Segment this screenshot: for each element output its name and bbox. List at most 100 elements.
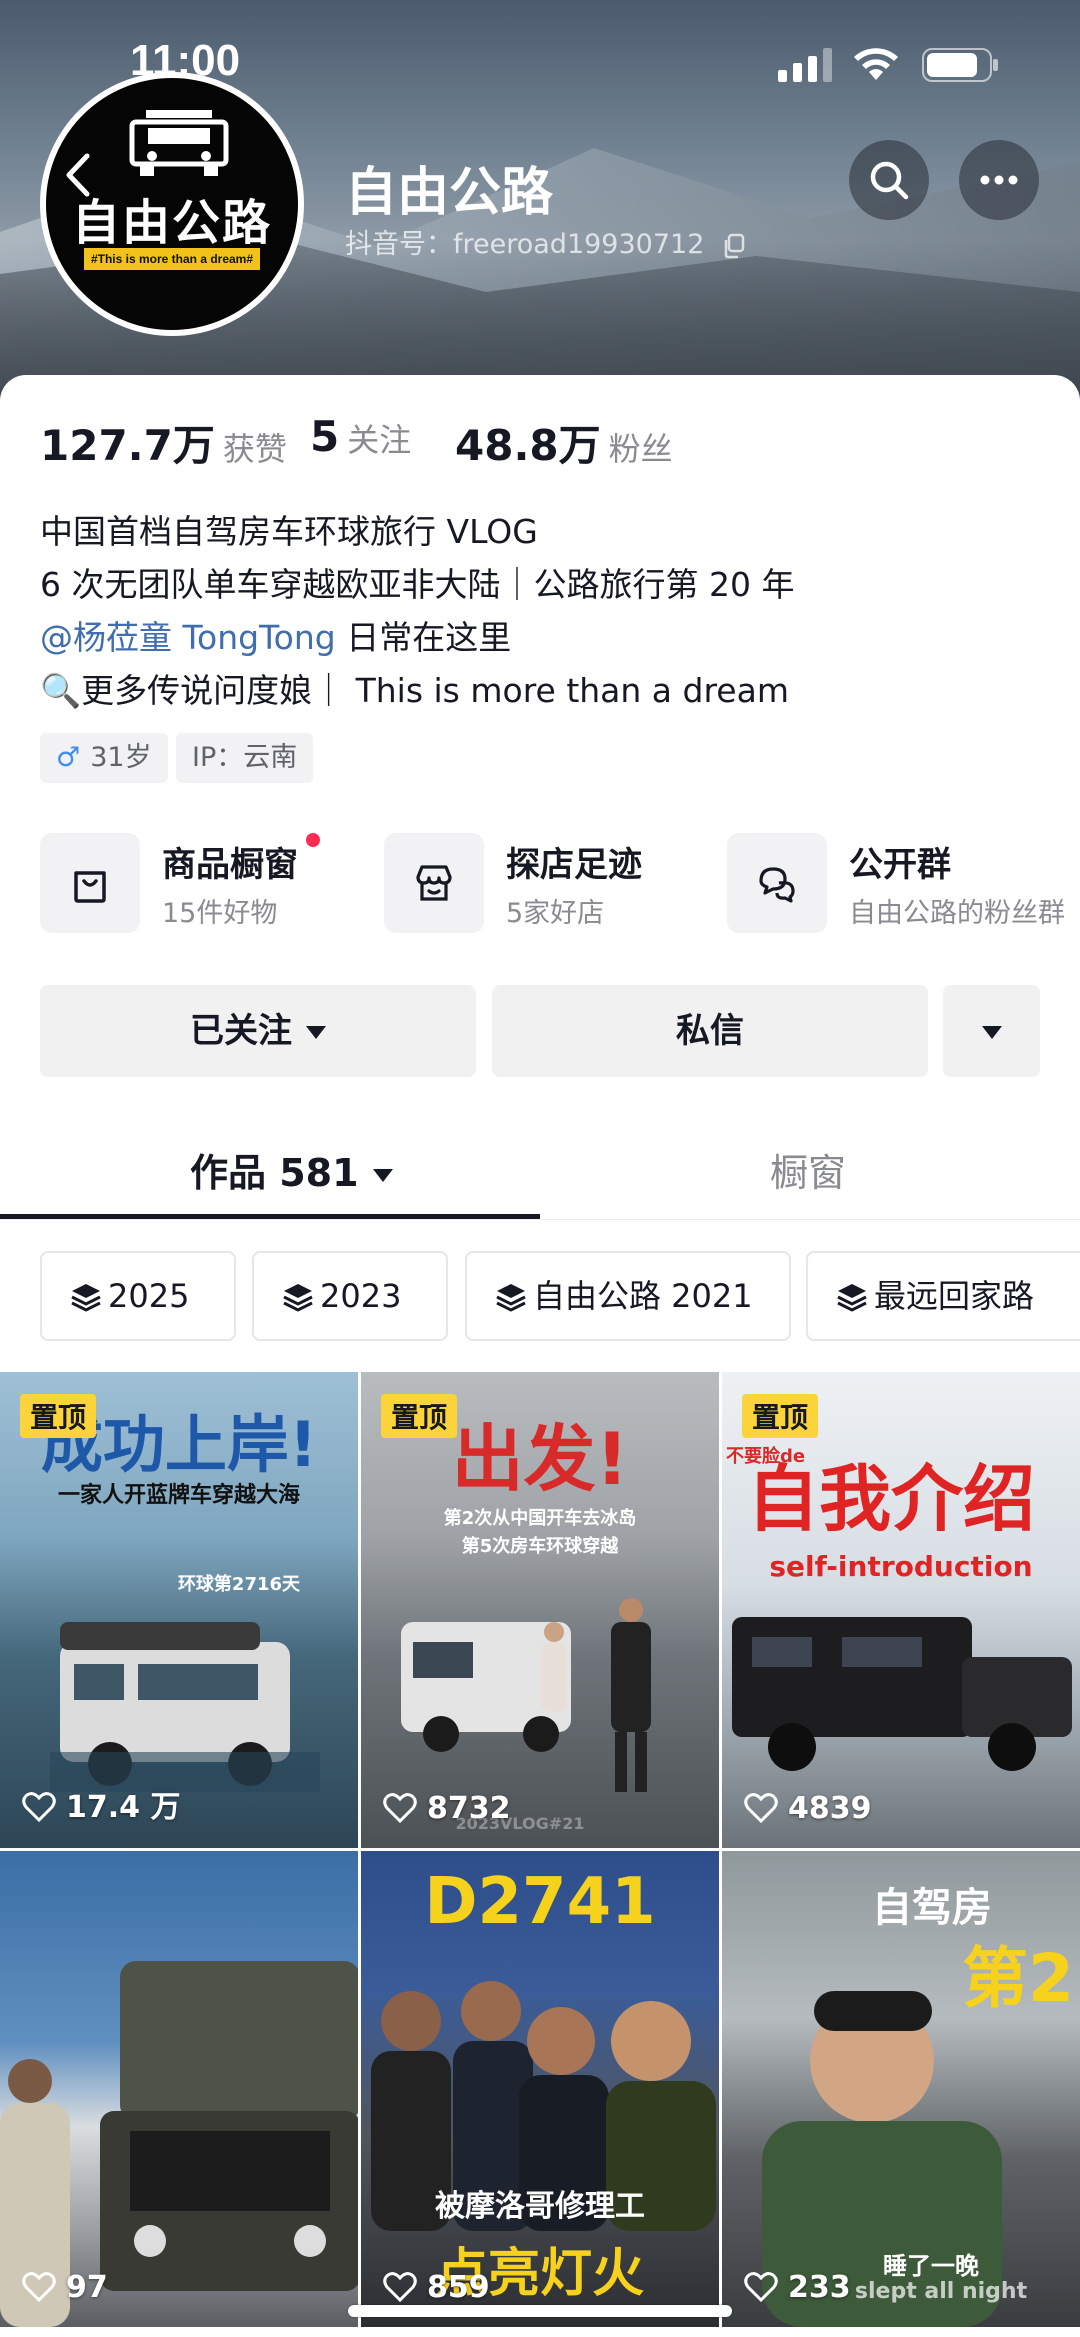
bio-line-4: 🔍更多传说问度娘｜ This is more than a dream <box>40 671 789 710</box>
video-thumbnail[interactable]: 出发! 第2次从中国开车去冰岛 第5次房车环球穿越 2023VLOG#21 置顶… <box>361 1372 719 1848</box>
stat-likes[interactable]: 127.7万 获赞 <box>40 412 287 473</box>
stat-following-num: 5 <box>310 412 340 461</box>
search-icon <box>870 161 909 200</box>
chevron-down-icon <box>372 1169 393 1182</box>
chevron-down-icon <box>981 1026 1002 1039</box>
age-tag: ♂ 31岁 <box>40 733 168 783</box>
video-headline: 自我介绍 <box>746 1457 1035 1541</box>
video-likes: 4839 <box>744 1791 872 1826</box>
age-text: 31岁 <box>90 742 152 773</box>
home-indicator[interactable] <box>348 2305 732 2317</box>
stat-followers[interactable]: 48.8万 粉丝 <box>455 412 673 473</box>
layers-icon <box>837 1284 867 1312</box>
tab-showcase[interactable]: 橱窗 <box>770 1142 846 1197</box>
chip-label: 2023 <box>320 1277 402 1315</box>
chip-label: 自由公路 2021 <box>533 1277 753 1315</box>
video-headline: D2741 <box>424 1865 656 1939</box>
video-thumbnail[interactable]: 97 <box>0 1851 358 2327</box>
stat-followers-label: 粉丝 <box>608 430 673 468</box>
follow-button-label: 已关注 <box>190 1011 292 1051</box>
video-likes-count: 859 <box>427 2270 490 2305</box>
video-grid: 成功上岸! 一家人开蓝牌车穿越大海 环球第2716天 置顶 17.4 万 出发!… <box>0 1372 1080 2337</box>
service-shop-title: 商品橱窗 <box>162 845 298 885</box>
layers-icon <box>283 1284 313 1312</box>
service-group-title: 公开群 <box>849 845 951 885</box>
video-thumbnail[interactable]: 不要脸de 自我介绍 self-introduction 置顶 4839 <box>722 1372 1080 1848</box>
video-likes-count: 4839 <box>788 1791 872 1826</box>
pinned-badge: 置顶 <box>20 1394 97 1438</box>
rv-logo-icon <box>129 110 229 176</box>
follow-button[interactable]: 已关注 <box>40 985 476 1077</box>
collection-chip-2025[interactable]: 2025 <box>40 1251 236 1341</box>
stat-following-label: 关注 <box>347 421 412 459</box>
stat-likes-label: 获赞 <box>222 430 287 468</box>
bio-line-1: 中国首档自驾房车环球旅行 VLOG <box>40 512 538 551</box>
camper-truck-image <box>732 1617 1072 1771</box>
video-likes-count: 8732 <box>427 1791 511 1826</box>
video-subtitle: 第2次从中国开车去冰岛 <box>443 1508 637 1529</box>
video-likes: 17.4 万 <box>22 1782 180 1826</box>
rv-family-image <box>401 1598 651 1792</box>
video-likes-count: 233 <box>788 2270 851 2305</box>
back-arrow-icon[interactable] <box>55 150 105 200</box>
video-subtitle: 一家人开蓝牌车穿越大海 <box>57 1483 300 1508</box>
video-subtitle: 被摩洛哥修理工 <box>435 2189 645 2224</box>
service-store-sub: 5家好店 <box>506 898 605 929</box>
stat-likes-num: 127.7万 <box>40 421 215 470</box>
video-thumbnail[interactable]: 自驾房 第2 睡了一晚 slept all night 233 <box>722 1851 1080 2327</box>
tab-works-label: 作品 581 <box>190 1151 359 1195</box>
heart-icon <box>22 2272 56 2303</box>
service-shop-icon-box <box>40 833 140 933</box>
content-tabs: 作品 581 橱窗 <box>0 1120 1080 1220</box>
video-thumbnail[interactable]: 成功上岸! 一家人开蓝牌车穿越大海 环球第2716天 置顶 17.4 万 <box>0 1372 358 1848</box>
chat-icon <box>759 867 795 903</box>
heart-icon <box>22 1792 56 1823</box>
search-button[interactable] <box>849 140 929 220</box>
pinned-badge: 置顶 <box>381 1394 458 1438</box>
chip-label: 2025 <box>108 1277 190 1315</box>
message-button[interactable]: 私信 <box>492 985 928 1077</box>
bio-line-3-text: 日常在这里 <box>335 618 512 657</box>
heart-icon <box>383 2272 417 2303</box>
video-likes: 233 <box>744 2270 851 2305</box>
tab-works[interactable]: 作品 581 <box>190 1142 393 1197</box>
layers-icon <box>71 1284 101 1312</box>
heart-icon <box>744 1793 778 1824</box>
male-icon: ♂ <box>56 742 81 773</box>
video-likes: 859 <box>383 2270 490 2305</box>
more-dots-icon <box>980 175 1018 185</box>
service-group-sub: 自由公路的粉丝群 <box>849 898 1065 929</box>
video-note: 环球第2716天 <box>177 1574 301 1595</box>
video-subtitle-2: 第5次房车环球穿越 <box>461 1536 619 1557</box>
collection-chip-farthest-road-home[interactable]: 最远回家路 <box>806 1251 1080 1341</box>
heart-icon <box>744 2272 778 2303</box>
layers-icon <box>496 1284 526 1312</box>
ip-tag: IP：云南 <box>176 733 314 783</box>
recommend-dropdown-button[interactable] <box>943 985 1040 1077</box>
video-likes: 97 <box>22 2270 108 2305</box>
video-likes-count: 17.4 万 <box>66 1790 181 1825</box>
video-thumbnail[interactable]: D2741 被摩洛哥修理工 点亮灯火 859 <box>361 1851 719 2327</box>
collection-chip-freeroad-2021[interactable]: 自由公路 2021 <box>465 1251 791 1341</box>
service-shop-sub: 15件好物 <box>162 898 278 929</box>
collection-chip-2023[interactable]: 2023 <box>252 1251 448 1341</box>
avatar[interactable]: 自由公路 #This is more than a dream# <box>40 72 304 336</box>
avatar-logo-slogan: #This is more than a dream# <box>84 248 260 270</box>
video-likes-count: 97 <box>66 2270 108 2305</box>
service-store-icon-box <box>384 833 484 933</box>
profile-name: 自由公路 <box>345 163 554 223</box>
stat-followers-num: 48.8万 <box>455 421 601 470</box>
store-icon <box>416 865 452 901</box>
more-button[interactable] <box>959 140 1039 220</box>
battery-icon <box>922 48 998 82</box>
pinned-badge: 置顶 <box>742 1394 819 1438</box>
copy-icon[interactable] <box>721 233 747 259</box>
bio-line-3: @杨莅童 TongTong 日常在这里 <box>40 611 794 664</box>
profile-handle: 抖音号：freeroad19930712 <box>345 222 747 261</box>
notification-dot <box>306 833 320 847</box>
bio-line-2: 6 次无团队单车穿越欧亚非大陆｜公路旅行第 20 年 <box>40 565 795 604</box>
cellular-signal-icon <box>778 48 832 82</box>
bio-mention-link[interactable]: @杨莅童 TongTong <box>40 618 336 657</box>
stat-following[interactable]: 5 关注 <box>310 412 411 461</box>
handle-text: 抖音号：freeroad19930712 <box>345 229 705 260</box>
